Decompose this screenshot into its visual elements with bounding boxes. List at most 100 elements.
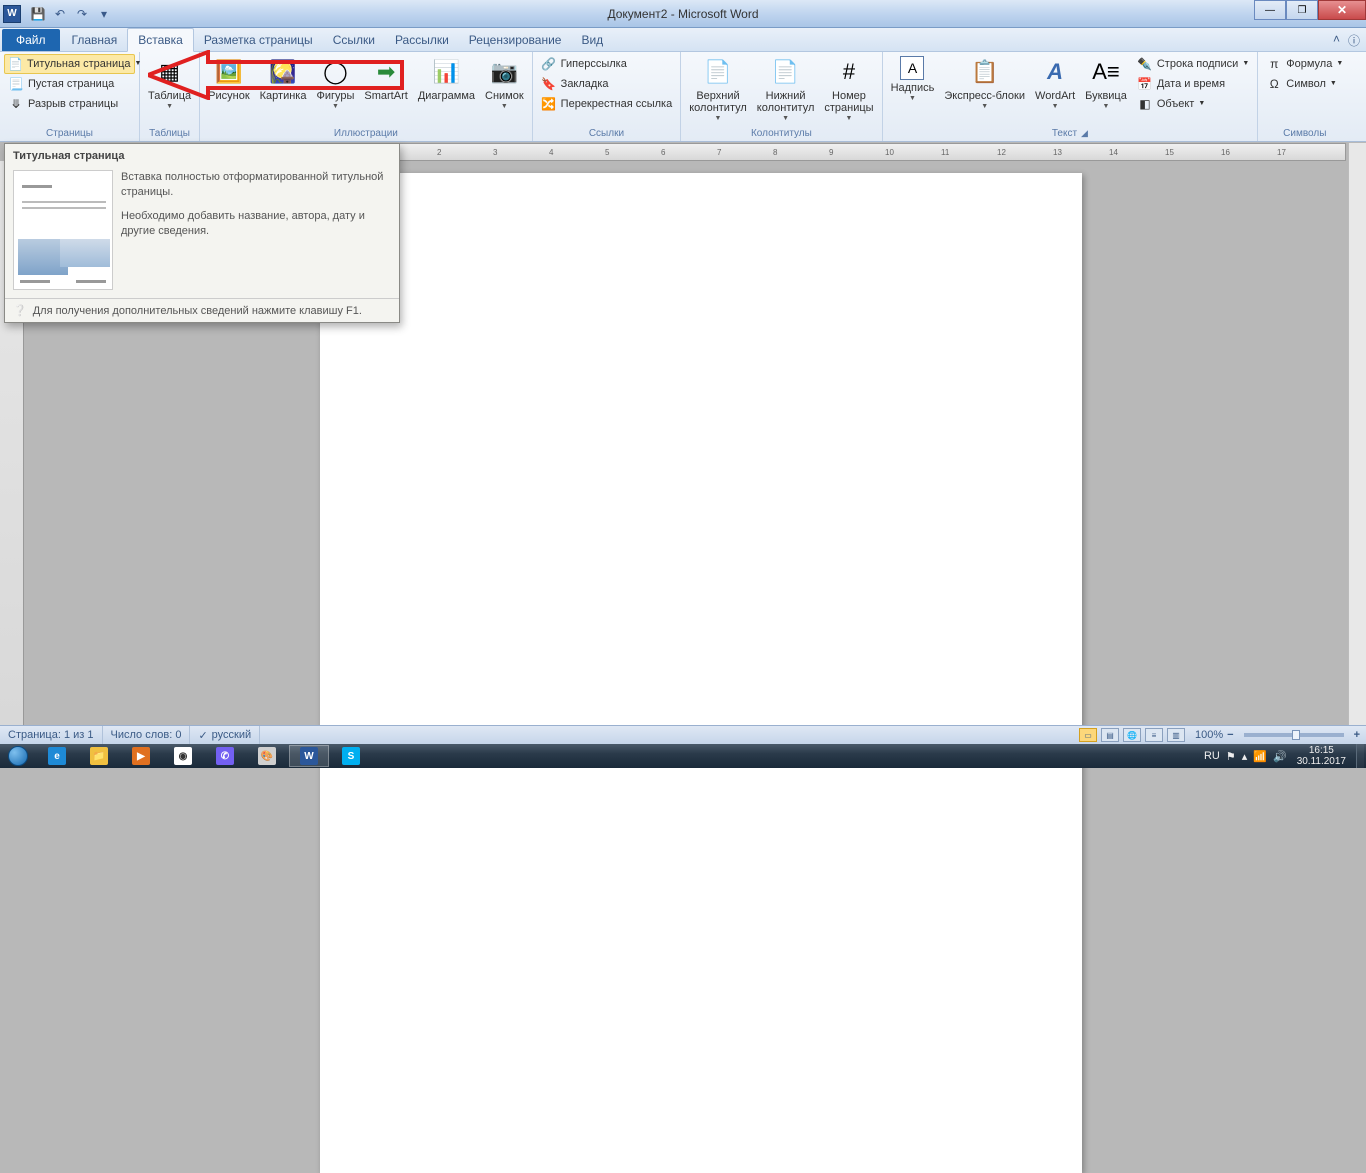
taskbar-skype[interactable]: S (331, 745, 371, 767)
quickparts-button[interactable]: 📋Экспресс-блоки▼ (940, 54, 1029, 112)
header-button[interactable]: 📄Верхний колонтитул▼ (685, 54, 751, 124)
document-page[interactable] (320, 173, 1082, 1173)
group-text-label: Текст (1052, 128, 1077, 139)
blank-page-button[interactable]: 📃 Пустая страница (4, 74, 135, 94)
screenshot-icon: 📷 (488, 56, 520, 88)
zoom-out-button[interactable]: − (1227, 729, 1233, 741)
system-tray: RU ⚑ ▴ 📶 🔊 16:15 30.11.2017 (1204, 744, 1366, 768)
group-pages: 📄 Титульная страница ▼ 📃 Пустая страница… (0, 52, 140, 141)
equation-button[interactable]: πФормула▼ (1262, 54, 1347, 74)
word-app-icon: W (3, 5, 21, 23)
taskbar-paint[interactable]: 🎨 (247, 745, 287, 767)
view-print-layout-button[interactable]: ▭ (1079, 728, 1097, 742)
group-links-label: Ссылки (537, 126, 677, 141)
picture-button[interactable]: 🖼️Рисунок (204, 54, 254, 104)
page-number-icon: # (833, 56, 865, 88)
tray-flag-icon[interactable]: ⚑ (1226, 750, 1236, 763)
bookmark-button[interactable]: 🔖Закладка (537, 74, 677, 94)
shapes-button[interactable]: ◯Фигуры▼ (312, 54, 358, 112)
page-number-button[interactable]: #Номер страницы▼ (820, 54, 877, 124)
view-reading-button[interactable]: ▤ (1101, 728, 1119, 742)
footer-button[interactable]: 📄Нижний колонтитул▼ (753, 54, 819, 124)
clipart-button[interactable]: 🎑Картинка (256, 54, 311, 104)
redo-icon[interactable]: ↷ (72, 4, 92, 24)
status-language[interactable]: ✓русский (190, 726, 260, 744)
cover-page-icon: 📄 (8, 56, 23, 72)
crossref-button[interactable]: 🔀Перекрестная ссылка (537, 94, 677, 114)
cover-page-button[interactable]: 📄 Титульная страница ▼ (4, 54, 135, 74)
zoom-slider[interactable] (1244, 733, 1344, 737)
signature-line-button[interactable]: ✒️Строка подписи▼ (1133, 54, 1253, 74)
help-icon[interactable]: ⓘ (1348, 32, 1360, 49)
tray-volume-icon[interactable]: 🔊 (1273, 750, 1287, 763)
tray-network-icon[interactable]: 📶 (1253, 750, 1267, 763)
group-links: 🔗Гиперссылка 🔖Закладка 🔀Перекрестная ссы… (533, 52, 682, 141)
bookmark-icon: 🔖 (541, 76, 557, 92)
datetime-button[interactable]: 📅Дата и время (1133, 74, 1253, 94)
save-icon[interactable]: 💾 (28, 4, 48, 24)
zoom-percent[interactable]: 100% (1195, 729, 1223, 741)
dropcap-icon: A≡ (1090, 56, 1122, 88)
window-title: Документ2 - Microsoft Word (607, 7, 758, 21)
tray-chevron-icon[interactable]: ▴ (1242, 750, 1248, 763)
view-draft-button[interactable]: ▥ (1167, 728, 1185, 742)
smartart-button[interactable]: ➡SmartArt (360, 54, 411, 104)
clipart-icon: 🎑 (267, 56, 299, 88)
tab-page-layout[interactable]: Разметка страницы (194, 29, 323, 51)
screenshot-button[interactable]: 📷Снимок▼ (481, 54, 528, 112)
status-page[interactable]: Страница: 1 из 1 (0, 726, 103, 744)
page-break-label: Разрыв страницы (28, 97, 118, 111)
ribbon: 📄 Титульная страница ▼ 📃 Пустая страница… (0, 52, 1366, 142)
chart-icon: 📊 (430, 56, 462, 88)
dropcap-button[interactable]: A≡Буквица▼ (1081, 54, 1131, 112)
minimize-button[interactable]: — (1254, 0, 1286, 20)
tab-review[interactable]: Рецензирование (459, 29, 572, 51)
windows-logo-icon (8, 746, 28, 766)
tab-references[interactable]: Ссылки (323, 29, 385, 51)
status-word-count[interactable]: Число слов: 0 (103, 726, 191, 744)
zoom-in-button[interactable]: + (1354, 729, 1360, 741)
undo-icon[interactable]: ↶ (50, 4, 70, 24)
start-button[interactable] (0, 744, 36, 768)
taskbar-ie[interactable]: e (37, 745, 77, 767)
textbox-button[interactable]: AНадпись▼ (887, 54, 939, 104)
taskbar-viber[interactable]: ✆ (205, 745, 245, 767)
file-tab[interactable]: Файл (2, 29, 60, 51)
taskbar-word[interactable]: W (289, 745, 329, 767)
taskbar-media[interactable]: ▶ (121, 745, 161, 767)
group-illustrations: 🖼️Рисунок 🎑Картинка ◯Фигуры▼ ➡SmartArt 📊… (200, 52, 533, 141)
close-button[interactable]: ✕ (1318, 0, 1366, 20)
object-button[interactable]: ◧Объект▼ (1133, 94, 1253, 114)
ribbon-minimize-icon[interactable]: ˄ (1333, 32, 1340, 49)
tab-view[interactable]: Вид (571, 29, 613, 51)
page-break-icon: ⤋ (8, 96, 24, 112)
tab-insert[interactable]: Вставка (127, 28, 194, 52)
qat-more-icon[interactable]: ▾ (94, 4, 114, 24)
taskbar-chrome[interactable]: ◉ (163, 745, 203, 767)
crossref-icon: 🔀 (541, 96, 557, 112)
chart-button[interactable]: 📊Диаграмма (414, 54, 479, 104)
wordart-button[interactable]: AWordArt▼ (1031, 54, 1079, 112)
table-icon: ▦ (154, 56, 186, 88)
table-button[interactable]: ▦ Таблица ▼ (144, 54, 195, 112)
blank-page-icon: 📃 (8, 76, 24, 92)
group-header-footer-label: Колонтитулы (685, 126, 877, 141)
view-web-button[interactable]: 🌐 (1123, 728, 1141, 742)
vertical-scrollbar[interactable] (1348, 143, 1366, 725)
symbol-button[interactable]: ΩСимвол▼ (1262, 74, 1347, 94)
cover-page-tooltip: Титульная страница Вставка полностью отф… (4, 143, 400, 323)
tray-lang[interactable]: RU (1204, 750, 1220, 762)
tab-home[interactable]: Главная (62, 29, 128, 51)
group-symbols-label: Символы (1262, 126, 1347, 141)
tab-mailings[interactable]: Рассылки (385, 29, 459, 51)
show-desktop-button[interactable] (1356, 744, 1364, 768)
view-outline-button[interactable]: ≡ (1145, 728, 1163, 742)
page-break-button[interactable]: ⤋ Разрыв страницы (4, 94, 135, 114)
text-group-launcher[interactable]: ◢ (1081, 128, 1088, 139)
equation-icon: π (1266, 56, 1282, 72)
tray-clock[interactable]: 16:15 30.11.2017 (1293, 745, 1350, 767)
taskbar-explorer[interactable]: 📁 (79, 745, 119, 767)
group-illustrations-label: Иллюстрации (204, 126, 528, 141)
hyperlink-button[interactable]: 🔗Гиперссылка (537, 54, 677, 74)
maximize-button[interactable]: ❐ (1286, 0, 1318, 20)
